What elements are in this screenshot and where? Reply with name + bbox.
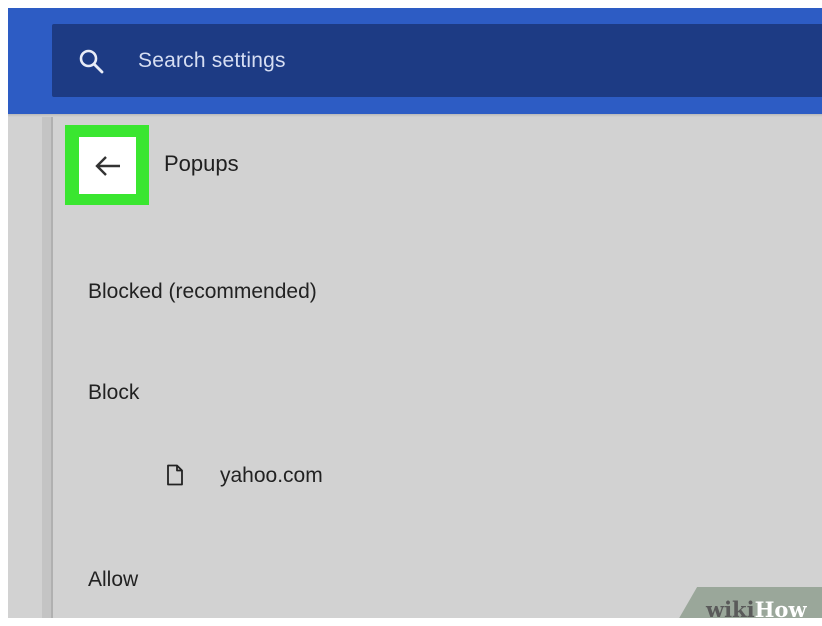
blocked-recommended-option[interactable]: Blocked (recommended) [88,279,317,305]
content-panel-edge [42,117,53,618]
page-title: Popups [164,151,239,176]
file-icon [167,464,183,486]
block-section-heading: Block [88,381,140,404]
search-placeholder: Search settings [138,49,286,72]
search-icon [79,49,104,74]
search-input[interactable]: Search settings [52,24,822,97]
watermark-how: How [754,597,807,619]
top-bar: Search settings [8,8,822,114]
back-button[interactable] [79,137,136,194]
watermark-wiki: wiki [706,597,755,619]
back-arrow-icon [95,156,120,176]
top-bar-shadow [8,114,822,117]
blocked-site-yahoo[interactable]: yahoo.com [220,463,323,489]
wikihow-watermark: wikiHow [706,597,807,619]
allow-section-heading: Allow [88,568,139,591]
settings-window: Search settings Popups Blocked (recommen… [8,8,822,618]
